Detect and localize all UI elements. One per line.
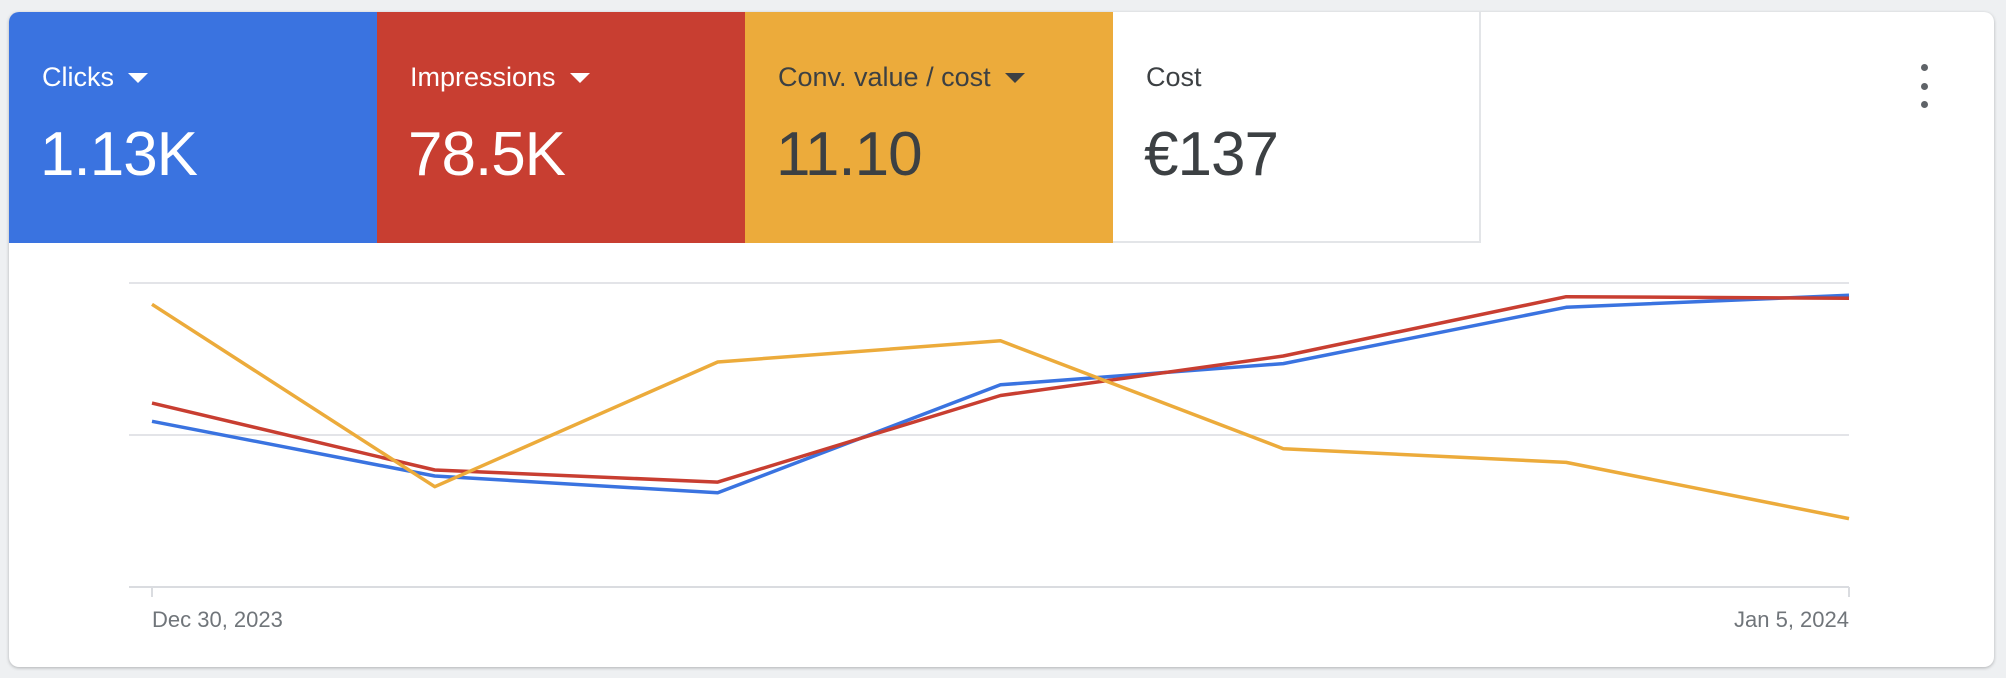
series-line-conv-value-cost[interactable] bbox=[151, 302, 1850, 521]
chart-x-axis: Dec 30, 2023 Jan 5, 2024 bbox=[151, 587, 1850, 632]
chart-series bbox=[151, 293, 1850, 521]
x-tick-label: Dec 30, 2023 bbox=[152, 607, 283, 632]
line-chart: Dec 30, 2023 Jan 5, 2024 bbox=[129, 282, 1850, 632]
x-tick-label: Jan 5, 2024 bbox=[1734, 607, 1849, 632]
chart-gridlines bbox=[129, 282, 1849, 588]
performance-card: Clicks 1.13K Impressions 78.5K Conv. val… bbox=[9, 12, 1994, 667]
series-line-impressions[interactable] bbox=[151, 294, 1850, 484]
